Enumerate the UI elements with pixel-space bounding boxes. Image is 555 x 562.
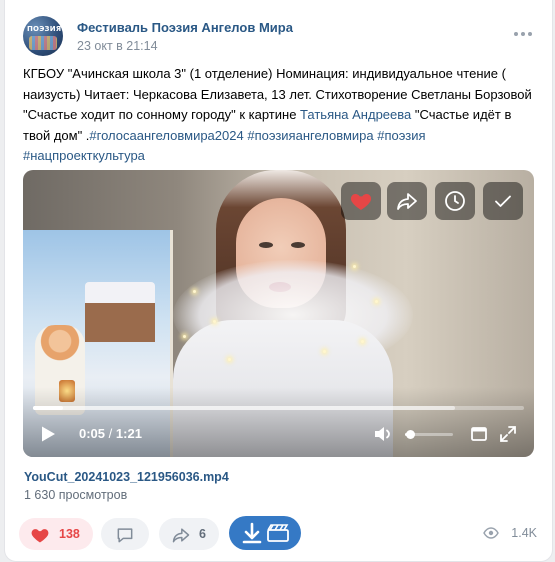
post-date[interactable]: 23 окт в 21:14 [77, 39, 158, 53]
fullscreen-button[interactable] [499, 425, 517, 443]
volume-button[interactable] [373, 424, 393, 444]
progress-buffered [33, 406, 456, 410]
time-separator: / [108, 426, 113, 441]
video-time: 0:05 / 1:21 [79, 426, 142, 441]
progress-played [33, 406, 64, 410]
video-file-name[interactable]: YouCut_20241023_121956036.mp4 [24, 470, 229, 484]
group-name-link[interactable]: Фестиваль Поэзия Ангелов Мира [77, 20, 293, 35]
post-text: КГБОУ "Ачинская школа 3" (1 отделение) Н… [23, 64, 533, 167]
download-icon [242, 522, 262, 544]
share-button[interactable]: 6 [159, 518, 219, 550]
author-link[interactable]: Татьяна Андреева [300, 107, 411, 122]
heart-icon [31, 529, 49, 543]
share-video-button[interactable] [387, 182, 427, 220]
video-player[interactable]: 0:05 / 1:21 [23, 170, 534, 457]
video-views: 1 630 просмотров [24, 488, 128, 502]
play-button[interactable] [39, 425, 57, 443]
volume-icon [375, 427, 390, 441]
download-video-button[interactable] [229, 516, 301, 550]
post-actions: 138 6 1.4K [19, 516, 539, 552]
add-video-button[interactable] [483, 182, 523, 220]
like-count: 138 [59, 527, 80, 541]
hashtag-link[interactable]: #голосаангеловмира2024 [89, 128, 243, 143]
duration: 1:21 [115, 426, 142, 441]
more-options-icon[interactable] [514, 26, 534, 42]
share-count: 6 [199, 527, 206, 541]
post-card: ПОЭЗИЯ Фестиваль Поэзия Ангелов Мира 23 … [4, 0, 553, 562]
miniplayer-icon [471, 427, 487, 441]
watch-later-button[interactable] [435, 182, 475, 220]
volume-knob[interactable] [405, 430, 415, 439]
miniplayer-button[interactable] [470, 425, 488, 443]
eye-icon [483, 527, 499, 539]
avatar-text: ПОЭЗИЯ [27, 25, 62, 33]
comment-button[interactable] [101, 518, 149, 550]
fullscreen-icon [500, 426, 516, 442]
play-icon [42, 426, 55, 442]
hashtag-link[interactable]: #нацпроекткультура [23, 148, 145, 163]
current-time: 0:05 [79, 426, 106, 441]
avatar-image [29, 36, 57, 50]
like-video-button[interactable] [341, 182, 381, 220]
hashtag-link[interactable]: #поэзия [377, 128, 425, 143]
share-icon [397, 193, 417, 210]
hashtag-link[interactable]: #поэзияангеловмира [247, 128, 373, 143]
watch-later-icon [445, 191, 465, 211]
share-icon [172, 528, 190, 543]
group-avatar[interactable]: ПОЭЗИЯ [23, 16, 63, 56]
post-header: ПОЭЗИЯ Фестиваль Поэзия Ангелов Мира 23 … [23, 14, 538, 58]
heart-icon [350, 194, 372, 210]
check-icon [495, 195, 511, 207]
clapperboard-icon [267, 524, 289, 542]
views-count: 1.4K [511, 526, 537, 540]
video-progress-bar[interactable] [33, 406, 524, 410]
like-button[interactable]: 138 [19, 518, 93, 550]
comment-icon [117, 528, 133, 543]
